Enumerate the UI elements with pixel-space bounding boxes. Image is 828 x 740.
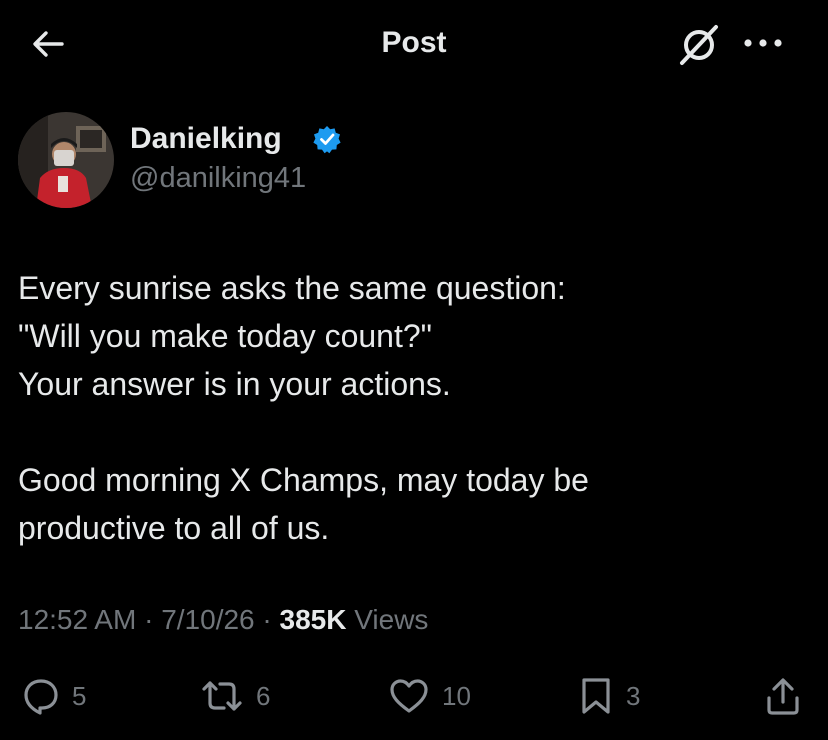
repost-button[interactable]: 6 [200,676,270,716]
reply-count: 5 [72,680,87,711]
post-time[interactable]: 12:52 AM [18,604,136,635]
meta-separator: · [144,604,154,635]
action-bar: 5 6 10 3 [0,668,828,724]
meta-separator: · [262,604,272,635]
share-icon [767,678,799,715]
post-date[interactable]: 7/10/26 [161,604,254,635]
post-text-line: productive to all of us. [18,510,330,546]
post-text-line: Every sunrise asks the same question: [18,270,566,306]
arrow-left-icon [33,31,64,57]
grok-button[interactable] [676,22,722,68]
repost-icon [202,681,242,711]
verified-badge-icon [313,126,341,154]
author-display-name[interactable]: Danielking [130,122,282,156]
post-author: Danielking @danilking41 [18,112,618,212]
post-meta: 12:52 AM · 7/10/26 · 385K Views [18,604,428,636]
bookmark-button[interactable]: 3 [578,676,640,716]
more-options-button[interactable] [740,28,786,58]
bookmark-count: 3 [626,680,641,711]
reply-button[interactable]: 5 [22,676,86,716]
heart-icon [390,679,428,713]
views-count: 385K [279,604,347,635]
views-label: Views [354,604,429,635]
like-button[interactable]: 10 [388,676,471,716]
share-button[interactable] [764,676,802,716]
post-text-line: Good morning X Champs, may today be [18,462,589,498]
post-text-line: Your answer is in your actions. [18,366,451,402]
bookmark-icon [582,678,610,714]
author-handle[interactable]: @danilking41 [130,162,306,195]
avatar[interactable] [18,112,114,208]
back-button[interactable] [26,26,70,62]
profile-photo [18,112,114,208]
more-dots-icon [744,39,782,47]
paragraph-break [18,408,808,456]
post-text-line: "Will you make today count?" [18,318,433,354]
grok-icon [680,25,718,65]
top-bar: Post [0,0,828,90]
like-count: 10 [442,680,471,711]
post-text: Every sunrise asks the same question: "W… [18,264,808,552]
repost-count: 6 [256,680,271,711]
reply-icon [24,679,58,715]
